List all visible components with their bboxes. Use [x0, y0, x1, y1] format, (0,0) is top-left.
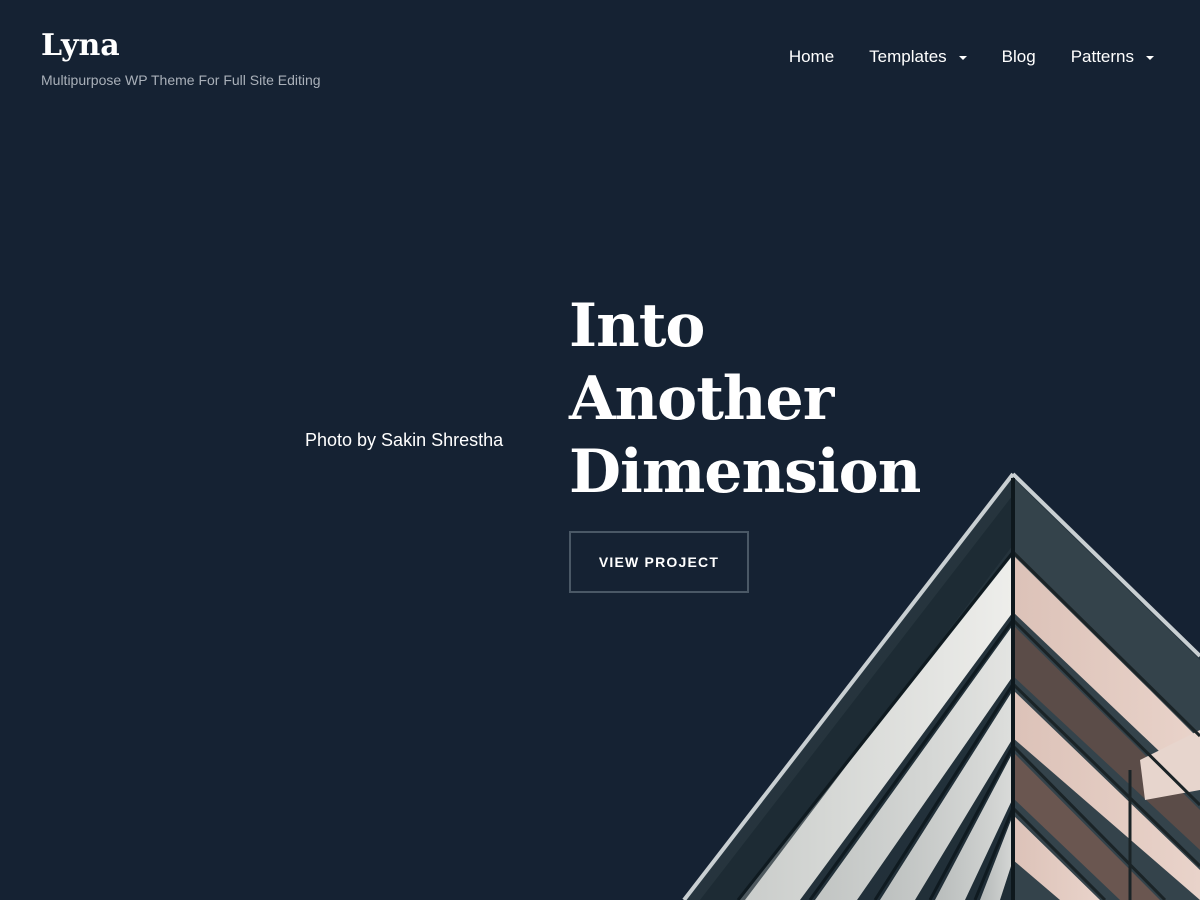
nav-item-label: Templates [869, 47, 947, 66]
hero-title-line: Another [569, 364, 834, 434]
nav-item-blog[interactable]: Blog [1002, 44, 1036, 70]
page: Lyna Multipurpose WP Theme For Full Site… [0, 0, 1200, 900]
hero-title-line: Dimension [569, 437, 921, 507]
site-tagline: Multipurpose WP Theme For Full Site Edit… [41, 72, 321, 88]
site-title[interactable]: Lyna [41, 28, 321, 64]
nav-item-home[interactable]: Home [789, 44, 834, 70]
hero-title-line: Into [569, 291, 705, 361]
site-branding: Lyna Multipurpose WP Theme For Full Site… [41, 28, 321, 88]
photo-credit: Photo by Sakin Shrestha [305, 430, 504, 450]
main-nav: Home Templates Blog Patterns [789, 44, 1154, 70]
caret-down-icon[interactable] [1146, 56, 1154, 60]
caret-down-icon[interactable] [958, 56, 967, 60]
view-project-button[interactable]: VIEW PROJECT [569, 531, 749, 593]
nav-item-label: Blog [1001, 47, 1036, 66]
nav-item-templates[interactable]: Templates [869, 44, 967, 70]
nav-item-label: Home [788, 47, 835, 66]
nav-item-patterns[interactable]: Patterns [1071, 44, 1154, 70]
nav-item-label: Patterns [1070, 47, 1134, 66]
hero-title: Into Another Dimension [569, 290, 969, 509]
